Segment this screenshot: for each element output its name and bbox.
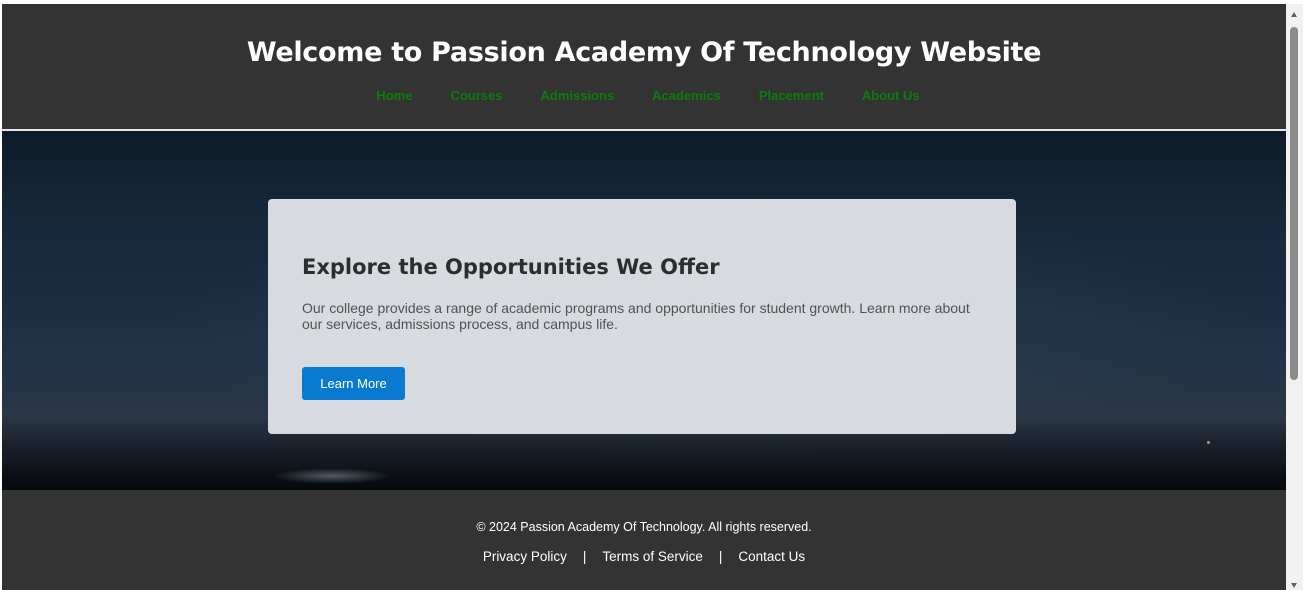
nav-placement-link[interactable]: Placement	[759, 87, 824, 105]
scrollbar-thumb[interactable]	[1290, 27, 1298, 380]
site-footer: © 2024 Passion Academy Of Technology. Al…	[2, 490, 1286, 590]
hero-section: Explore the Opportunities We Offer Our c…	[2, 131, 1286, 490]
learn-more-button[interactable]: Learn More	[302, 367, 405, 400]
footer-separator: |	[718, 549, 723, 564]
scroll-down-arrow-icon[interactable]	[1291, 583, 1297, 588]
hero-background-wave	[272, 468, 392, 484]
contact-us-link[interactable]: Contact Us	[738, 549, 805, 565]
nav-home-link[interactable]: Home	[376, 87, 412, 105]
page-viewport: Welcome to Passion Academy Of Technology…	[2, 4, 1286, 590]
main-nav: Home Courses Admissions Academics Placem…	[2, 87, 1286, 105]
footer-links: Privacy Policy | Terms of Service | Cont…	[2, 549, 1286, 565]
copyright-text: © 2024 Passion Academy Of Technology. Al…	[476, 520, 812, 534]
site-title: Welcome to Passion Academy Of Technology…	[246, 37, 1042, 68]
vertical-scrollbar[interactable]	[1286, 4, 1303, 590]
terms-of-service-link[interactable]: Terms of Service	[602, 549, 703, 565]
hero-description: Our college provides a range of academic…	[302, 300, 970, 332]
site-header: Welcome to Passion Academy Of Technology…	[2, 4, 1286, 131]
privacy-policy-link[interactable]: Privacy Policy	[483, 549, 567, 565]
nav-academics-link[interactable]: Academics	[652, 87, 721, 105]
footer-separator: |	[582, 549, 587, 564]
hero-background-light	[1207, 441, 1210, 444]
nav-admissions-link[interactable]: Admissions	[540, 87, 614, 105]
hero-background-shore	[2, 456, 1286, 490]
scroll-up-arrow-icon[interactable]	[1291, 12, 1297, 17]
hero-heading: Explore the Opportunities We Offer	[302, 255, 720, 279]
nav-courses-link[interactable]: Courses	[450, 87, 502, 105]
nav-about-us-link[interactable]: About Us	[862, 87, 920, 105]
hero-card: Explore the Opportunities We Offer Our c…	[268, 199, 1016, 434]
